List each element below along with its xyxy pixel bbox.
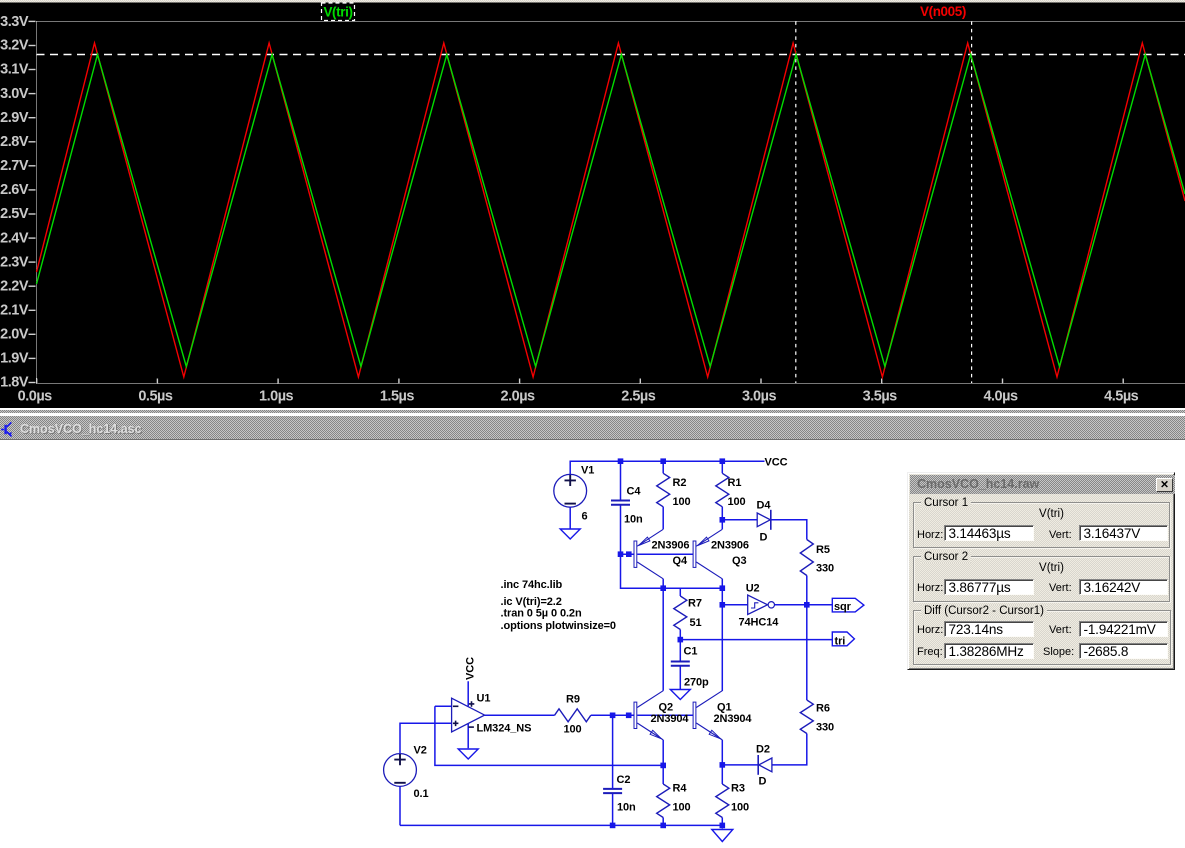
svg-text:D2: D2 [756, 744, 770, 756]
svg-text:270p: 270p [684, 677, 709, 689]
svg-text:Q1: Q1 [717, 702, 731, 714]
svg-text:R7: R7 [688, 598, 702, 610]
svg-text:2.5V: 2.5V [0, 206, 29, 222]
svg-text:2.2V: 2.2V [0, 278, 29, 294]
svg-text:0.1: 0.1 [414, 788, 429, 800]
svg-text:.tran 0 5µ 0 0.2n: .tran 0 5µ 0 0.2n [501, 608, 582, 620]
svg-text:Q2: Q2 [659, 702, 673, 714]
svg-text:V2: V2 [414, 745, 427, 757]
svg-text:4.0µs: 4.0µs [983, 389, 1018, 405]
svg-text:C1: C1 [684, 646, 698, 658]
svg-text:VCC: VCC [765, 456, 788, 468]
svg-text:D4: D4 [757, 500, 772, 512]
svg-text:2.8V: 2.8V [0, 134, 29, 150]
svg-text:D: D [760, 532, 768, 544]
svg-text:C2: C2 [617, 774, 631, 786]
svg-text:3.1V: 3.1V [0, 62, 29, 78]
svg-text:330: 330 [816, 722, 834, 734]
svg-text:6: 6 [582, 511, 588, 523]
svg-text:0.5µs: 0.5µs [138, 389, 173, 405]
svg-text:R9: R9 [566, 694, 580, 706]
svg-text:2.4V: 2.4V [0, 230, 29, 246]
svg-text:51: 51 [690, 617, 702, 629]
svg-text:4.5µs: 4.5µs [1104, 389, 1139, 405]
svg-text:tri: tri [835, 636, 846, 648]
svg-text:2N3906: 2N3906 [711, 540, 749, 552]
svg-text:1.5µs: 1.5µs [380, 389, 415, 405]
svg-text:sqr: sqr [834, 601, 852, 613]
svg-text:U1: U1 [477, 693, 491, 705]
svg-text:2.9V: 2.9V [0, 110, 29, 126]
svg-text:2N3904: 2N3904 [714, 713, 753, 725]
svg-text:R6: R6 [816, 703, 830, 715]
svg-text:100: 100 [728, 496, 746, 508]
svg-text:C4: C4 [627, 486, 642, 498]
svg-text:Q3: Q3 [732, 555, 746, 567]
svg-text:3.5µs: 3.5µs [863, 389, 898, 405]
svg-text:R5: R5 [816, 544, 830, 556]
svg-text:.options plotwinsize=0: .options plotwinsize=0 [501, 620, 616, 632]
svg-text:100: 100 [673, 496, 691, 508]
svg-text:2N3904: 2N3904 [651, 713, 690, 725]
svg-text:.inc 74hc.lib: .inc 74hc.lib [501, 579, 563, 591]
svg-text:100: 100 [673, 802, 691, 814]
svg-text:10n: 10n [617, 802, 636, 814]
svg-text:3.0µs: 3.0µs [742, 389, 777, 405]
svg-text:R1: R1 [728, 477, 742, 489]
svg-text:VCC: VCC [465, 657, 477, 680]
svg-text:2.7V: 2.7V [0, 158, 29, 174]
svg-text:2.0µs: 2.0µs [501, 389, 536, 405]
svg-text:3.2V: 3.2V [0, 38, 29, 54]
svg-text:3.3V: 3.3V [0, 14, 29, 30]
svg-text:R3: R3 [731, 783, 745, 795]
svg-text:V(tri): V(tri) [323, 4, 352, 19]
svg-text:.ic V(tri)=2.2: .ic V(tri)=2.2 [501, 596, 562, 608]
svg-text:U2: U2 [746, 583, 760, 595]
svg-text:2.0V: 2.0V [0, 327, 29, 343]
svg-text:R2: R2 [673, 477, 687, 489]
svg-text:D: D [759, 776, 767, 788]
svg-text:1.0µs: 1.0µs [259, 389, 294, 405]
svg-text:100: 100 [731, 802, 749, 814]
svg-text:10n: 10n [624, 514, 643, 526]
svg-text:2N3906: 2N3906 [652, 540, 690, 552]
svg-text:1.9V: 1.9V [0, 351, 29, 367]
svg-text:2.5µs: 2.5µs [621, 389, 656, 405]
svg-text:0.0µs: 0.0µs [18, 389, 53, 405]
svg-text:3.0V: 3.0V [0, 86, 29, 102]
svg-text:330: 330 [816, 563, 834, 575]
svg-text:2.3V: 2.3V [0, 254, 29, 270]
svg-text:LM324_NS: LM324_NS [477, 723, 532, 735]
svg-text:2.6V: 2.6V [0, 182, 29, 198]
svg-text:Q4: Q4 [673, 555, 688, 567]
svg-text:74HC14: 74HC14 [739, 617, 780, 629]
svg-text:V1: V1 [581, 465, 594, 477]
svg-text:V(n005): V(n005) [920, 4, 966, 19]
svg-text:100: 100 [564, 724, 582, 736]
svg-text:2.1V: 2.1V [0, 303, 29, 319]
svg-text:R4: R4 [673, 783, 688, 795]
